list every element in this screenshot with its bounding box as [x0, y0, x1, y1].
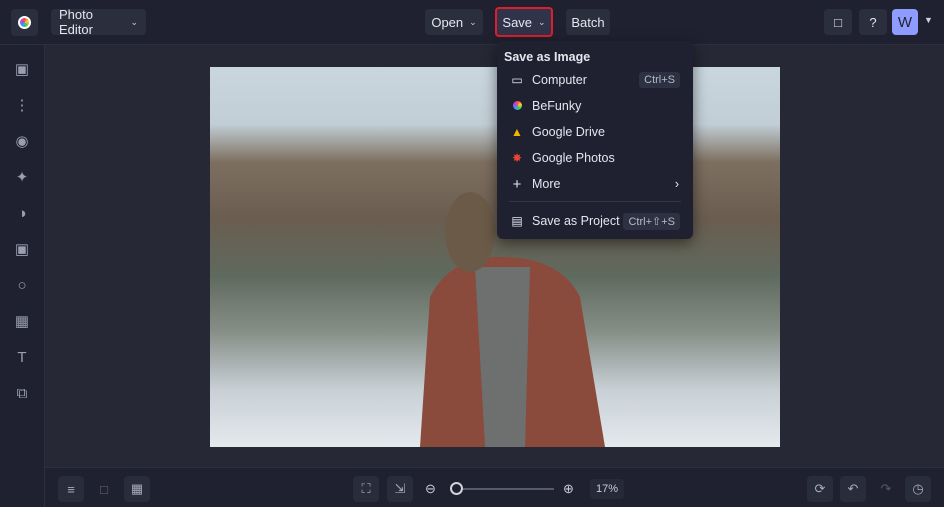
save-label: Save: [502, 14, 533, 30]
open-label: Open: [431, 14, 464, 30]
open-button[interactable]: Open ⌄: [425, 9, 483, 35]
menu-item-label: Google Drive: [532, 125, 605, 139]
photo-editor-menu[interactable]: Photo Editor ⌄: [51, 7, 146, 37]
menu-item-label: Google Photos: [532, 151, 615, 165]
shortcut-badge: Ctrl+S: [639, 72, 680, 88]
save-dropdown-menu: Save as Image ▭ Computer Ctrl+S BeFunky ▲ G…: [497, 41, 693, 239]
menu-item-label: Computer: [532, 73, 587, 87]
menu-item-label: BeFunky: [532, 99, 582, 113]
google-photos-icon: ✸: [511, 151, 523, 165]
actual-size-icon[interactable]: ⇲: [387, 476, 413, 502]
save-to-google-photos[interactable]: ✸ Google Photos: [497, 145, 693, 171]
save-button[interactable]: Save ⌄: [495, 7, 553, 37]
chevron-down-icon: ⌄: [469, 16, 477, 27]
effects-icon[interactable]: ✦: [13, 169, 31, 187]
chevron-down-icon: ⌄: [130, 16, 138, 27]
comments-icon[interactable]: □: [824, 9, 852, 35]
save-as-project[interactable]: ▤ Save as Project Ctrl+⇧+S: [497, 208, 693, 234]
save-to-google-drive[interactable]: ▲ Google Drive: [497, 119, 693, 145]
history-icon[interactable]: ◷: [905, 476, 931, 502]
fit-screen-icon[interactable]: ⛶: [353, 476, 379, 502]
zoom-slider[interactable]: [450, 488, 554, 490]
chevron-down-icon: ⌄: [538, 16, 546, 27]
tool-sidebar: ▣ ⋮ ◉ ✦ ◑ ▣ ○ ▦ T ⧉: [0, 45, 45, 507]
app-menu-label: Photo Editor: [59, 7, 93, 37]
menu-item-label: Save as Project: [532, 214, 620, 228]
befunky-icon: [510, 99, 524, 113]
help-icon[interactable]: ?: [859, 9, 887, 35]
photo-canvas[interactable]: [210, 67, 780, 447]
bottom-toolbar: ≡ □ ▦ ⛶ ⇲ ⊖ ⊕ 17% ⟳ ↶ ↷ ◷: [45, 467, 944, 507]
zoom-in-icon[interactable]: ⊕: [563, 481, 574, 497]
save-menu-heading: Save as Image: [504, 50, 591, 64]
text-icon[interactable]: T: [13, 349, 31, 367]
palette-icon[interactable]: ◑: [13, 205, 31, 223]
grid-icon[interactable]: ▦: [124, 476, 150, 502]
menu-divider: [509, 201, 681, 202]
batch-button[interactable]: Batch: [566, 9, 610, 35]
image-icon[interactable]: ▣: [13, 61, 31, 79]
befunky-logo[interactable]: [11, 9, 38, 36]
plus-icon: +: [512, 175, 522, 193]
save-to-computer[interactable]: ▭ Computer Ctrl+S: [497, 67, 693, 93]
zoom-percent[interactable]: 17%: [590, 479, 624, 499]
shapes-icon[interactable]: ○: [13, 277, 31, 295]
overlay-icon[interactable]: ⧉: [13, 385, 31, 403]
top-bar: Photo Editor ⌄ Open ⌄ Save ⌄ Batch □ ? W ▼: [0, 0, 944, 45]
crop-icon[interactable]: □: [91, 476, 117, 502]
avatar[interactable]: W: [892, 9, 918, 35]
frame-icon[interactable]: ▣: [13, 241, 31, 259]
more-submenu[interactable]: + More ›: [497, 171, 693, 197]
zoom-out-icon[interactable]: ⊖: [425, 481, 436, 497]
briefcase-icon: ▤: [511, 214, 523, 228]
save-to-befunky[interactable]: BeFunky: [497, 93, 693, 119]
chevron-down-icon[interactable]: ▼: [924, 15, 933, 25]
eye-icon[interactable]: ◉: [13, 133, 31, 151]
texture-icon[interactable]: ▦: [13, 313, 31, 331]
redo-icon[interactable]: ↷: [873, 476, 899, 502]
shortcut-badge: Ctrl+⇧+S: [623, 212, 680, 230]
google-drive-icon: ▲: [511, 125, 523, 139]
zoom-slider-handle[interactable]: [450, 482, 463, 495]
menu-item-label: More: [532, 177, 561, 191]
rotate-icon[interactable]: ⟳: [807, 476, 833, 502]
adjust-icon[interactable]: ⋮: [13, 97, 31, 115]
chevron-right-icon: ›: [674, 177, 679, 191]
undo-icon[interactable]: ↶: [840, 476, 866, 502]
layers-icon[interactable]: ≡: [58, 476, 84, 502]
monitor-icon: ▭: [511, 73, 523, 87]
